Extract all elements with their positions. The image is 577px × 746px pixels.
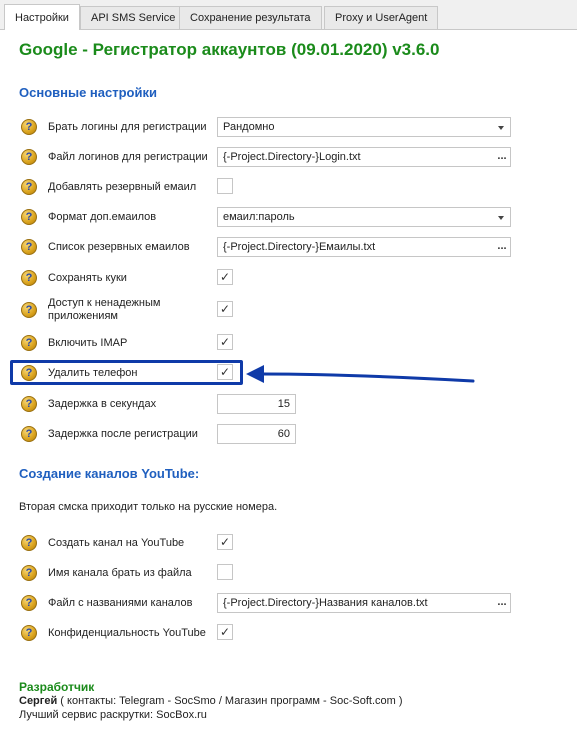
developer-contacts: Сергей ( контакты: Telegram - SocSmo / М… (19, 695, 403, 707)
file-path-value: {-Project.Directory-}Названия каналов.tx… (223, 597, 428, 609)
create-channel-checkbox[interactable]: ✓ (217, 534, 233, 550)
arrow-shaft (260, 372, 475, 383)
developer-promo: Лучший сервис раскрутки: SocBox.ru (19, 709, 207, 721)
setting-label: Файл с названиями каналов (48, 597, 193, 609)
youtube-info-text: Вторая смска приходит только на русские … (19, 501, 278, 513)
help-icon[interactable]: ? (21, 625, 37, 641)
channel-names-file-input[interactable]: {-Project.Directory-}Названия каналов.tx… (217, 593, 511, 613)
setting-row-channel-names-file: ? Файл с названиями каналов {-Project.Di… (0, 592, 577, 616)
arrow-head-icon (246, 365, 264, 383)
help-icon[interactable]: ? (21, 565, 37, 581)
setting-row-create-channel: ? Создать канал на YouTube ✓ (0, 532, 577, 556)
channel-name-from-file-checkbox[interactable] (217, 564, 233, 580)
developer-title: Разработчик (19, 680, 95, 694)
tab-settings[interactable]: Настройки (4, 4, 80, 30)
setting-label: Создать канал на YouTube (48, 537, 185, 549)
developer-contacts-text: ( контакты: Telegram - SocSmo / Магазин … (57, 695, 403, 707)
youtube-privacy-checkbox[interactable]: ✓ (217, 624, 233, 640)
setting-row-youtube-privacy: ? Конфиденциальность YouTube ✓ (0, 622, 577, 646)
setting-label: Имя канала брать из файла (48, 567, 192, 579)
section-youtube: Создание каналов YouTube: (19, 466, 200, 481)
browse-file-icon[interactable]: ... (494, 594, 510, 612)
setting-label: Конфиденциальность YouTube (48, 627, 206, 639)
setting-row-channel-name-from-file: ? Имя канала брать из файла (0, 562, 577, 586)
help-icon[interactable]: ? (21, 595, 37, 611)
developer-name: Сергей (19, 695, 58, 707)
help-icon[interactable]: ? (21, 535, 37, 551)
